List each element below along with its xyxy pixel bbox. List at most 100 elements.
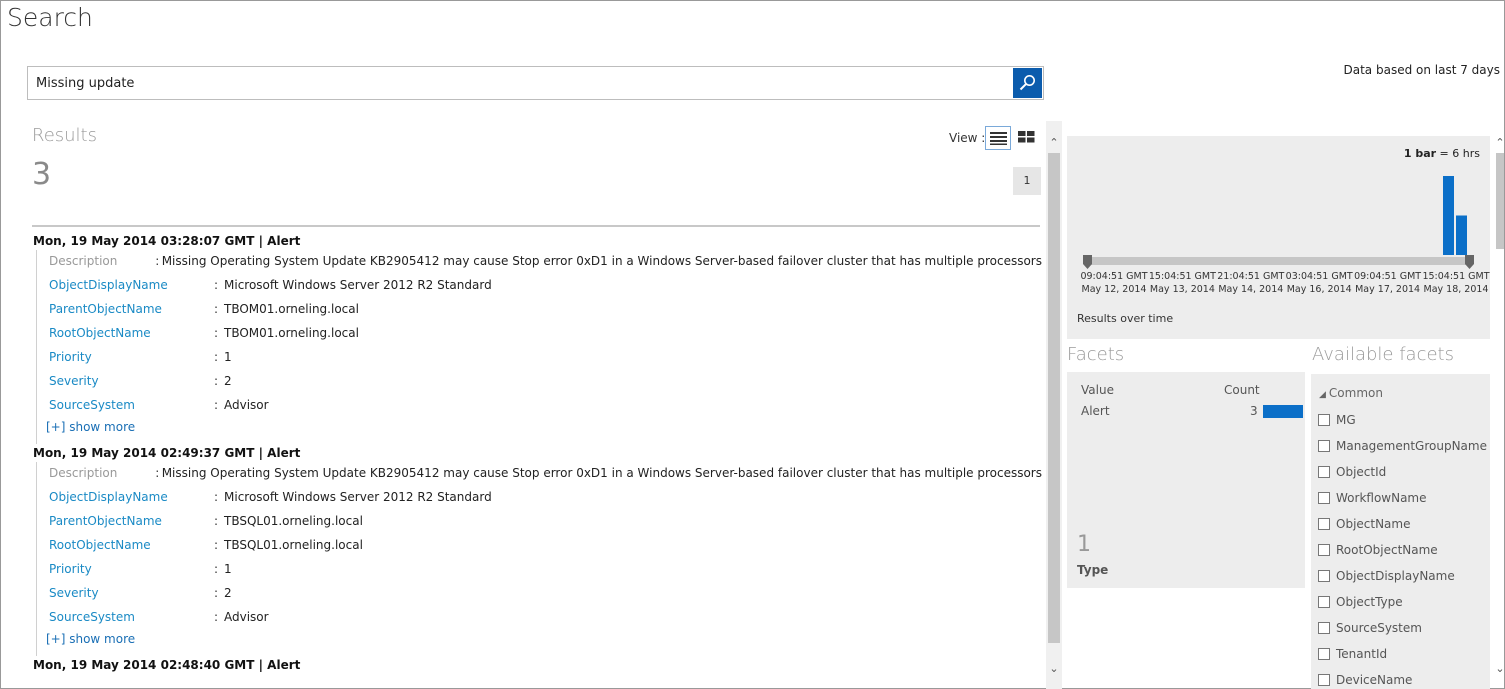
timeline-bar[interactable] xyxy=(1456,215,1467,256)
available-facet-item[interactable]: TenantId xyxy=(1318,647,1387,661)
results-scrollbar[interactable]: ⌃ ⌄ xyxy=(1046,121,1062,689)
timeline-panel: 1 bar = 6 hrs 09:04:51 GMT May 12, 2014 15… xyxy=(1067,136,1490,339)
facets-panel: Value Count Alert 3 1 Type xyxy=(1067,372,1305,588)
field-separator: : xyxy=(214,562,219,576)
facet-checkbox[interactable] xyxy=(1318,492,1330,504)
timeline-chart xyxy=(1083,176,1474,269)
field-row: ParentObjectName: TBOM01.orneling.local xyxy=(49,300,1042,324)
field-value: Missing Operating System Update KB290541… xyxy=(161,254,1042,268)
field-value: Missing Operating System Update KB290541… xyxy=(161,466,1042,480)
results-over-time-caption: Results over time xyxy=(1077,312,1174,325)
field-name[interactable]: RootObjectName xyxy=(49,536,214,560)
field-row: Severity:2 xyxy=(49,372,1042,396)
field-separator: : xyxy=(214,326,219,340)
facet-checkbox[interactable] xyxy=(1318,466,1330,478)
timeline-tick-label: 09:04:51 GMT May 17, 2014 xyxy=(1354,271,1422,295)
field-value: Microsoft Windows Server 2012 R2 Standar… xyxy=(224,278,492,292)
facet-checkbox[interactable] xyxy=(1318,544,1330,556)
side-scroll-down-icon[interactable]: ⌄ xyxy=(1494,663,1505,675)
list-view-button[interactable] xyxy=(985,126,1011,150)
result-header: Mon, 19 May 2014 03:28:07 GMT | Alert xyxy=(33,234,301,248)
field-name[interactable]: SourceSystem xyxy=(49,396,214,420)
facet-checkbox[interactable] xyxy=(1318,648,1330,660)
field-row: SourceSystem: Advisor xyxy=(49,608,1042,632)
field-value: TBOM01.orneling.local xyxy=(224,302,359,316)
available-facet-item[interactable]: MG xyxy=(1318,413,1356,427)
available-facets-panel: ◢ Common MG ManagementGroupName ObjectId Wor… xyxy=(1311,374,1490,689)
available-facet-item[interactable]: WorkflowName xyxy=(1318,491,1427,505)
facet-checkbox[interactable] xyxy=(1318,440,1330,452)
field-value: TBSQL01.orneling.local xyxy=(224,538,363,552)
facets-label: Facets xyxy=(1067,344,1125,365)
facet-checkbox[interactable] xyxy=(1318,570,1330,582)
side-scrollbar[interactable]: ⌃ ⌄ xyxy=(1494,131,1505,689)
timeline-slider-track[interactable] xyxy=(1087,257,1470,265)
field-name[interactable]: Priority xyxy=(49,348,214,372)
field-value: Advisor xyxy=(224,610,269,624)
common-group-toggle[interactable]: ◢ Common xyxy=(1319,386,1383,400)
facet-item-label: ObjectId xyxy=(1336,465,1387,479)
field-separator: : xyxy=(214,586,219,600)
field-separator: : xyxy=(214,610,219,624)
field-name[interactable]: ParentObjectName xyxy=(49,512,214,536)
facet-value-header: Value xyxy=(1081,383,1114,397)
timeline-right-handle[interactable] xyxy=(1465,255,1474,269)
available-facet-item[interactable]: RootObjectName xyxy=(1318,543,1438,557)
available-facets-label: Available facets xyxy=(1312,344,1454,365)
facet-checkbox[interactable] xyxy=(1318,414,1330,426)
facet-count-header: Count xyxy=(1224,383,1260,397)
scroll-down-icon[interactable]: ⌄ xyxy=(1048,663,1060,675)
field-name[interactable]: RootObjectName xyxy=(49,324,214,348)
side-scroll-up-icon[interactable]: ⌃ xyxy=(1494,137,1505,149)
search-box xyxy=(27,66,1044,100)
field-name[interactable]: SourceSystem xyxy=(49,608,214,632)
facet-checkbox[interactable] xyxy=(1318,596,1330,608)
show-more-link[interactable]: [+] show more xyxy=(46,420,1042,440)
available-facet-item[interactable]: ObjectName xyxy=(1318,517,1410,531)
timeline-bar[interactable] xyxy=(1443,176,1454,255)
result-item: Mon, 19 May 2014 02:48:40 GMT | Alert xyxy=(32,656,1042,674)
available-facet-item[interactable]: ObjectId xyxy=(1318,465,1386,479)
timeline-left-handle[interactable] xyxy=(1083,255,1092,269)
field-name[interactable]: Severity xyxy=(49,372,214,396)
available-facet-item[interactable]: ManagementGroupName xyxy=(1318,439,1487,453)
timeline-tick-label: 03:04:51 GMT May 16, 2014 xyxy=(1285,271,1353,295)
field-value: 2 xyxy=(224,586,232,600)
results-divider xyxy=(32,225,1040,227)
available-facet-item[interactable]: SourceSystem xyxy=(1318,621,1422,635)
field-row: Description: Missing Operating System Upd… xyxy=(49,252,1042,276)
facet-checkbox[interactable] xyxy=(1318,674,1330,686)
field-name: Description xyxy=(49,254,118,268)
results-label: Results xyxy=(32,125,97,146)
show-more-link[interactable]: [+] show more xyxy=(46,632,1042,652)
facet-row-bar[interactable] xyxy=(1263,405,1303,418)
field-name[interactable]: ObjectDisplayName xyxy=(49,276,214,300)
page-button[interactable]: 1 xyxy=(1013,167,1041,195)
available-facet-item[interactable]: DeviceName xyxy=(1318,673,1412,687)
facet-checkbox[interactable] xyxy=(1318,622,1330,634)
field-row: ObjectDisplayName: Microsoft Windows Serv… xyxy=(49,488,1042,512)
data-range-note: Data based on last 7 days xyxy=(1343,63,1501,77)
field-name[interactable]: ObjectDisplayName xyxy=(49,488,214,512)
available-facet-item[interactable]: ObjectDisplayName xyxy=(1318,569,1455,583)
search-button[interactable] xyxy=(1013,68,1042,98)
available-facet-item[interactable]: ObjectType xyxy=(1318,595,1403,609)
scrollbar-thumb[interactable] xyxy=(1048,153,1060,643)
result-body: Description: Missing Operating System Upd… xyxy=(36,462,1042,656)
timeline-tick-label: 21:04:51 GMT May 14, 2014 xyxy=(1217,271,1285,295)
search-input[interactable] xyxy=(28,67,1012,99)
side-scrollbar-thumb[interactable] xyxy=(1496,153,1504,249)
field-row: Priority:1 xyxy=(49,560,1042,584)
facet-item-label: DeviceName xyxy=(1336,673,1413,687)
facet-item-label: SourceSystem xyxy=(1336,621,1422,635)
field-name[interactable]: Severity xyxy=(49,584,214,608)
facet-row-value[interactable]: Alert xyxy=(1081,404,1110,418)
facet-checkbox[interactable] xyxy=(1318,518,1330,530)
field-name[interactable]: ParentObjectName xyxy=(49,300,214,324)
tile-view-icon xyxy=(1018,131,1035,143)
field-separator: : xyxy=(214,374,219,388)
result-item: Mon, 19 May 2014 03:28:07 GMT | Alert Des… xyxy=(32,232,1042,444)
tile-view-button[interactable] xyxy=(1014,126,1040,150)
scroll-up-icon[interactable]: ⌃ xyxy=(1048,137,1060,149)
field-name[interactable]: Priority xyxy=(49,560,214,584)
